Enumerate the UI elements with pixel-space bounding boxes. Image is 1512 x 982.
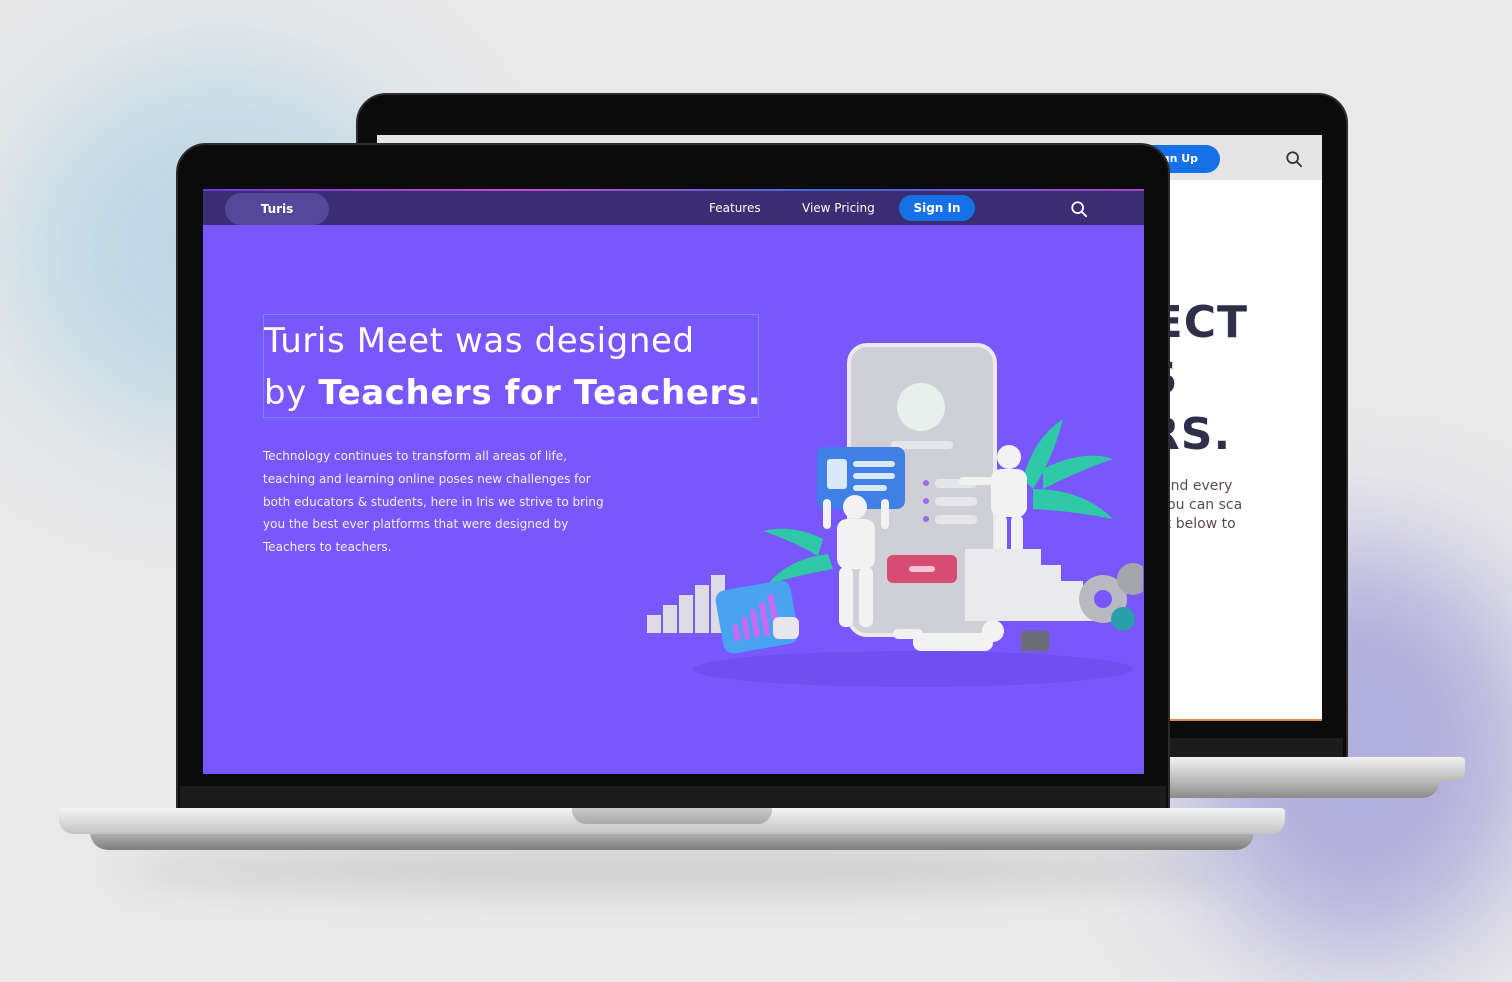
nav-link-view-pricing[interactable]: View Pricing	[802, 191, 875, 225]
front-laptop-notch	[572, 808, 772, 824]
hero-illustration	[647, 343, 1143, 687]
search-icon[interactable]	[1285, 150, 1303, 168]
front-laptop-shadow	[120, 850, 1220, 890]
front-laptop-base-bottom	[90, 832, 1254, 850]
front-laptop-screen: Turis Features View Pricing Sign In Turi…	[203, 189, 1144, 774]
bar-chart-icon	[715, 580, 799, 654]
front-laptop-chin	[180, 786, 1166, 810]
search-icon[interactable]	[1070, 200, 1088, 218]
sign-in-button[interactable]: Sign In	[899, 195, 975, 221]
hero-paragraph: Technology continues to transform all ar…	[263, 449, 604, 555]
top-nav-bar: Turis Features View Pricing Sign In	[203, 191, 1144, 225]
nav-link-features[interactable]: Features	[709, 191, 761, 225]
brand-logo-pill[interactable]: Turis	[225, 193, 329, 225]
